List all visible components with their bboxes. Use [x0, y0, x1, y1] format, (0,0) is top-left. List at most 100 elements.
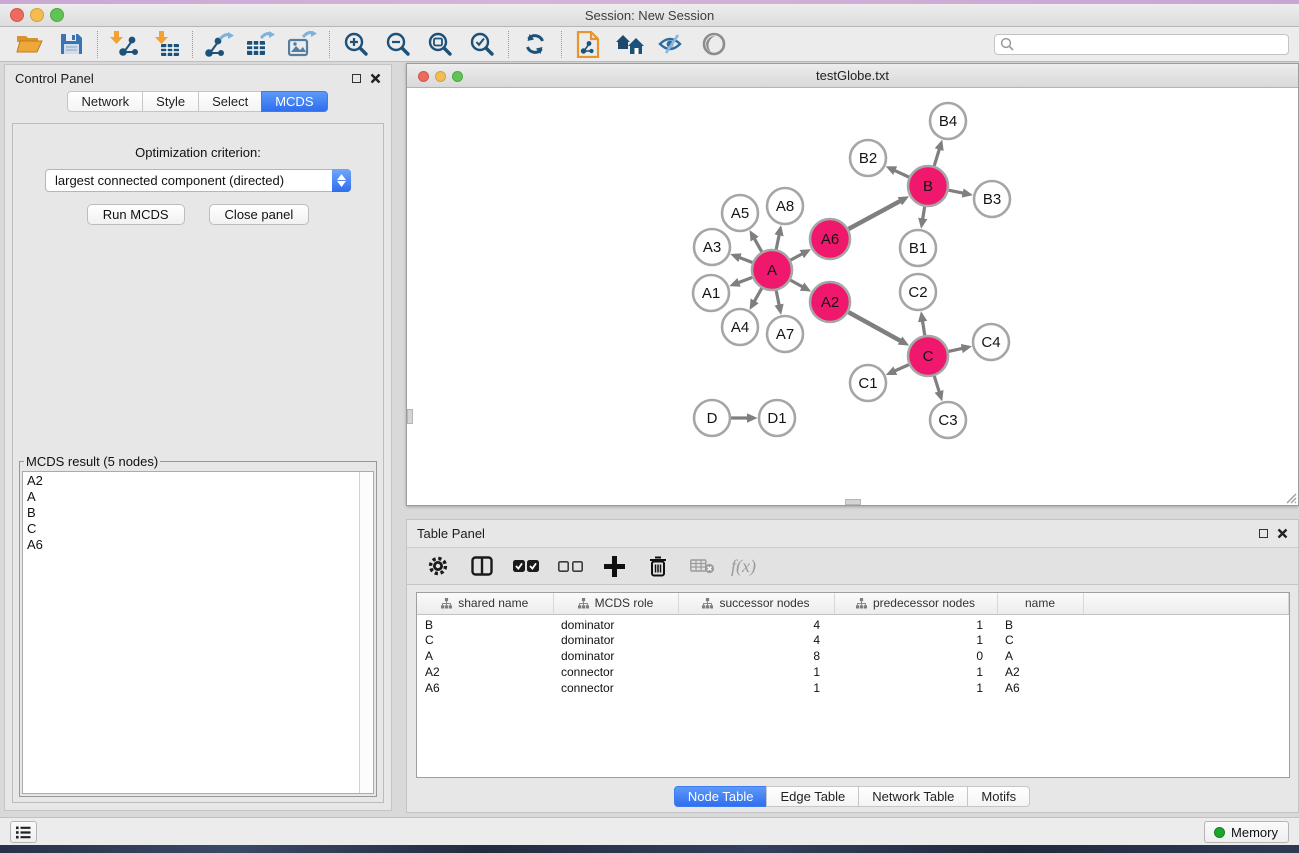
graph-edge-A-A5[interactable] [754, 238, 762, 251]
mcds-result-item[interactable]: C [27, 521, 369, 537]
tab-mcds[interactable]: MCDS [261, 91, 327, 112]
horizontal-scroll-thumb[interactable] [845, 499, 861, 505]
mcds-result-list[interactable]: A2ABCA6 [22, 471, 374, 794]
select-all-button[interactable] [509, 551, 543, 581]
column-visibility-button[interactable] [465, 551, 499, 581]
column-header-mcds-role[interactable]: MCDS role [553, 593, 678, 614]
graph-node-C4[interactable]: C4 [973, 324, 1009, 360]
first-neighbors-button[interactable] [609, 29, 651, 60]
graph-edge-C-C3[interactable] [934, 376, 939, 392]
task-history-button[interactable] [10, 821, 37, 843]
graph-node-A7[interactable]: A7 [767, 316, 803, 352]
graph-node-A1[interactable]: A1 [693, 275, 729, 311]
hide-selected-button[interactable] [651, 29, 693, 60]
graph-node-A5[interactable]: A5 [722, 195, 758, 231]
zoom-in-button[interactable] [335, 29, 377, 60]
list-scrollbar[interactable] [359, 472, 373, 793]
graph-node-B3[interactable]: B3 [974, 181, 1010, 217]
graph-node-A[interactable]: A [752, 250, 792, 290]
tab-style[interactable]: Style [142, 91, 199, 112]
table-row[interactable]: Adominator80A [417, 648, 1289, 664]
graph-edge-A-A7[interactable] [776, 291, 779, 306]
refresh-button[interactable] [514, 29, 556, 60]
zoom-selected-button[interactable] [461, 29, 503, 60]
graph-node-D[interactable]: D [694, 400, 730, 436]
close-panel-button[interactable]: Close panel [209, 204, 310, 225]
run-mcds-button[interactable]: Run MCDS [87, 204, 185, 225]
minimize-window-button[interactable] [30, 8, 44, 22]
mcds-result-item[interactable]: A6 [27, 537, 369, 553]
graph-edge-A-A4[interactable] [754, 288, 762, 301]
graph-edge-C-C1[interactable] [894, 365, 908, 371]
mcds-result-item[interactable]: A2 [27, 473, 369, 489]
table-row[interactable]: Bdominator41B [417, 614, 1289, 632]
graph-edge-B-B1[interactable] [923, 207, 925, 220]
table-row[interactable]: A2connector11A2 [417, 664, 1289, 680]
import-table-button[interactable] [145, 29, 187, 60]
graph-node-A6[interactable]: A6 [810, 219, 850, 259]
graph-edge-C-C4[interactable] [948, 348, 962, 351]
search-field[interactable] [994, 34, 1289, 55]
export-table-button[interactable] [240, 29, 282, 60]
mcds-result-item[interactable]: A [27, 489, 369, 505]
graph-node-B4[interactable]: B4 [930, 103, 966, 139]
close-panel-icon[interactable] [370, 73, 381, 84]
mcds-result-item[interactable]: B [27, 505, 369, 521]
graph-node-A3[interactable]: A3 [694, 229, 730, 265]
graph-node-B2[interactable]: B2 [850, 140, 886, 176]
tab-network[interactable]: Network [67, 91, 143, 112]
graph-node-C1[interactable]: C1 [850, 365, 886, 401]
table-settings-button[interactable] [421, 551, 455, 581]
graph-edge-A-A8[interactable] [776, 234, 779, 249]
graph-edge-B-B2[interactable] [894, 170, 909, 177]
network-canvas[interactable]: B4B2BB3A5A8A6B1A3AA1C2A2A4A7C4CC1DD1C3 [407, 89, 1298, 505]
tab-network-table[interactable]: Network Table [858, 786, 968, 807]
zoom-fit-button[interactable] [419, 29, 461, 60]
graph-edge-A6-B[interactable] [848, 201, 900, 229]
new-network-from-selection-button[interactable] [567, 29, 609, 60]
deselect-all-button[interactable] [553, 551, 587, 581]
export-network-button[interactable] [198, 29, 240, 60]
graph-node-A8[interactable]: A8 [767, 188, 803, 224]
column-header-successor-nodes[interactable]: successor nodes [678, 593, 834, 614]
network-graph[interactable]: B4B2BB3A5A8A6B1A3AA1C2A2A4A7C4CC1DD1C3 [407, 89, 1298, 506]
vertical-scroll-thumb[interactable] [407, 409, 413, 424]
graph-node-C[interactable]: C [908, 336, 948, 376]
graph-edge-B-B3[interactable] [949, 190, 964, 193]
resize-grip-icon[interactable] [1284, 491, 1297, 504]
float-panel-icon[interactable] [352, 74, 361, 83]
graph-node-A4[interactable]: A4 [722, 309, 758, 345]
zoom-out-button[interactable] [377, 29, 419, 60]
table-row[interactable]: A6connector11A6 [417, 680, 1289, 696]
close-table-panel-icon[interactable] [1277, 528, 1288, 539]
graph-node-B[interactable]: B [908, 166, 948, 206]
close-window-button[interactable] [10, 8, 24, 22]
save-session-button[interactable] [50, 29, 92, 60]
zoom-window-button[interactable] [50, 8, 64, 22]
search-input[interactable] [1014, 36, 1288, 53]
open-session-button[interactable] [8, 29, 50, 60]
memory-button[interactable]: Memory [1204, 821, 1289, 843]
graph-edge-A-A3[interactable] [739, 257, 752, 262]
graph-node-C2[interactable]: C2 [900, 274, 936, 310]
export-image-button[interactable] [282, 29, 324, 60]
column-header-shared-name[interactable]: shared name [417, 593, 553, 614]
graph-edge-B-B4[interactable] [934, 149, 939, 166]
optimization-criterion-dropdown[interactable]: largest connected component (directed) [45, 169, 351, 192]
graph-edge-C-C2[interactable] [922, 321, 924, 336]
tab-select[interactable]: Select [198, 91, 262, 112]
graph-edge-A-A6[interactable] [791, 254, 803, 260]
network-zoom-button[interactable] [452, 71, 463, 82]
network-close-button[interactable] [418, 71, 429, 82]
tab-motifs[interactable]: Motifs [967, 786, 1030, 807]
graph-node-C3[interactable]: C3 [930, 402, 966, 438]
tab-node-table[interactable]: Node Table [674, 786, 768, 807]
graph-edge-A2-C[interactable] [848, 312, 900, 341]
tab-edge-table[interactable]: Edge Table [766, 786, 859, 807]
network-minimize-button[interactable] [435, 71, 446, 82]
import-network-button[interactable] [103, 29, 145, 60]
graph-edge-A-A2[interactable] [790, 280, 802, 287]
graph-node-D1[interactable]: D1 [759, 400, 795, 436]
float-table-panel-icon[interactable] [1259, 529, 1268, 538]
graph-node-A2[interactable]: A2 [810, 282, 850, 322]
